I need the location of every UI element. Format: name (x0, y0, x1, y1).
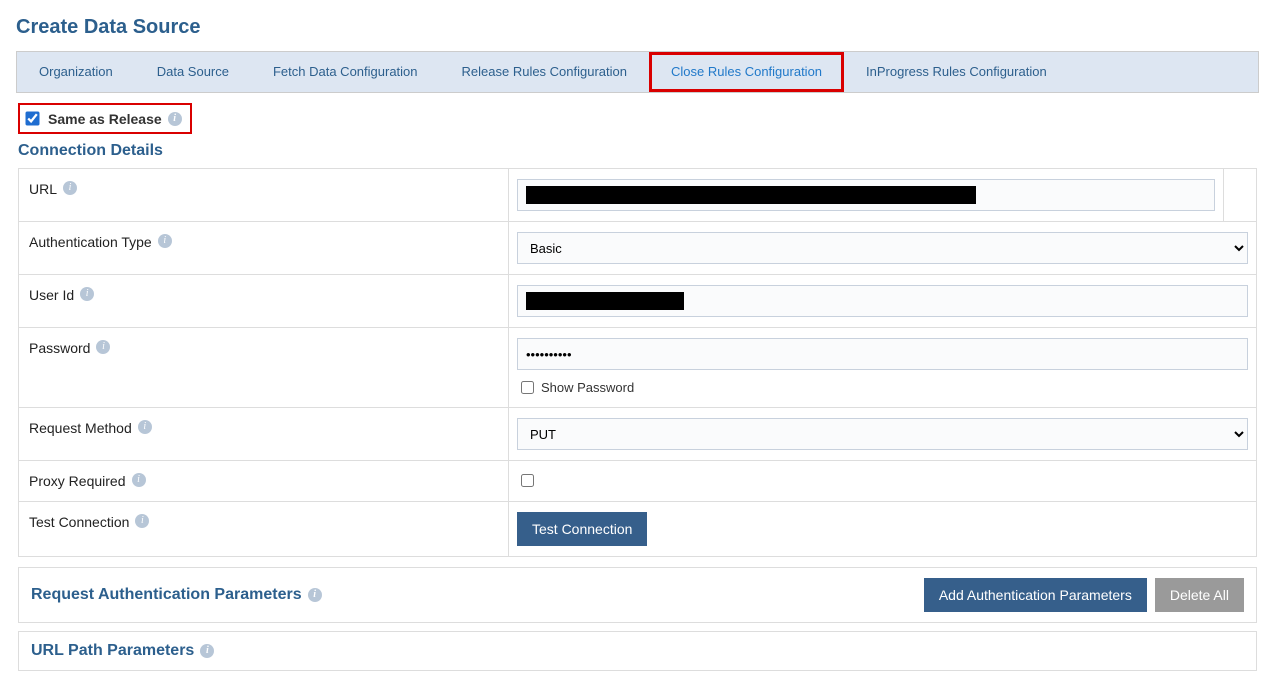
info-icon[interactable]: i (132, 473, 146, 487)
user-id-label: User Id (29, 287, 74, 303)
same-as-release-checkbox[interactable] (25, 111, 39, 125)
password-label: Password (29, 340, 90, 356)
info-icon[interactable]: i (80, 287, 94, 301)
info-icon[interactable]: i (158, 234, 172, 248)
test-connection-label: Test Connection (29, 514, 129, 530)
tab-close-rules-configuration[interactable]: Close Rules Configuration (649, 52, 844, 92)
info-icon[interactable]: i (168, 112, 182, 126)
row-password: Password i Show Password (19, 328, 1256, 408)
tab-organization[interactable]: Organization (17, 52, 135, 92)
info-icon[interactable]: i (63, 181, 77, 195)
row-url: URL i (19, 169, 1256, 222)
same-as-release-group: Same as Release i (18, 103, 192, 134)
request-auth-params-panel: Request Authentication Parameters i Add … (18, 567, 1257, 623)
row-request-method: Request Method i PUT (19, 408, 1256, 461)
auth-type-select[interactable]: Basic (517, 232, 1248, 264)
url-path-params-title: URL Path Parameters (31, 642, 194, 660)
proxy-required-label: Proxy Required (29, 473, 126, 489)
info-icon[interactable]: i (200, 644, 214, 658)
user-id-input[interactable] (517, 285, 1248, 317)
delete-all-button[interactable]: Delete All (1155, 578, 1244, 612)
show-password-label: Show Password (541, 380, 634, 395)
request-method-label: Request Method (29, 420, 132, 436)
request-method-select[interactable]: PUT (517, 418, 1248, 450)
proxy-required-checkbox[interactable] (521, 474, 534, 487)
add-auth-params-button[interactable]: Add Authentication Parameters (924, 578, 1147, 612)
redacted-url (526, 186, 976, 204)
row-user-id: User Id i (19, 275, 1256, 328)
info-icon[interactable]: i (308, 588, 322, 602)
tab-data-source[interactable]: Data Source (135, 52, 251, 92)
same-as-release-label: Same as Release (48, 111, 162, 127)
password-input[interactable] (517, 338, 1248, 370)
test-connection-button[interactable]: Test Connection (517, 512, 647, 546)
request-auth-params-title: Request Authentication Parameters (31, 586, 302, 604)
tab-release-rules-configuration[interactable]: Release Rules Configuration (440, 52, 649, 92)
url-path-params-panel: URL Path Parameters i (18, 631, 1257, 671)
url-label: URL (29, 181, 57, 197)
row-proxy-required: Proxy Required i (19, 461, 1256, 502)
redacted-user (526, 292, 684, 310)
auth-type-label: Authentication Type (29, 234, 152, 250)
connection-details-title: Connection Details (18, 142, 1257, 160)
tab-fetch-data-configuration[interactable]: Fetch Data Configuration (251, 52, 440, 92)
page-title: Create Data Source (16, 16, 1259, 39)
info-icon[interactable]: i (135, 514, 149, 528)
show-password-checkbox[interactable] (521, 381, 534, 394)
info-icon[interactable]: i (96, 340, 110, 354)
tabs-bar: Organization Data Source Fetch Data Conf… (16, 51, 1259, 93)
info-icon[interactable]: i (138, 420, 152, 434)
row-auth-type: Authentication Type i Basic (19, 222, 1256, 275)
row-test-connection: Test Connection i Test Connection (19, 502, 1256, 556)
url-input[interactable] (517, 179, 1215, 211)
connection-details-table: URL i Authentication Type i Basic (18, 168, 1257, 557)
tab-inprogress-rules-configuration[interactable]: InProgress Rules Configuration (844, 52, 1069, 92)
